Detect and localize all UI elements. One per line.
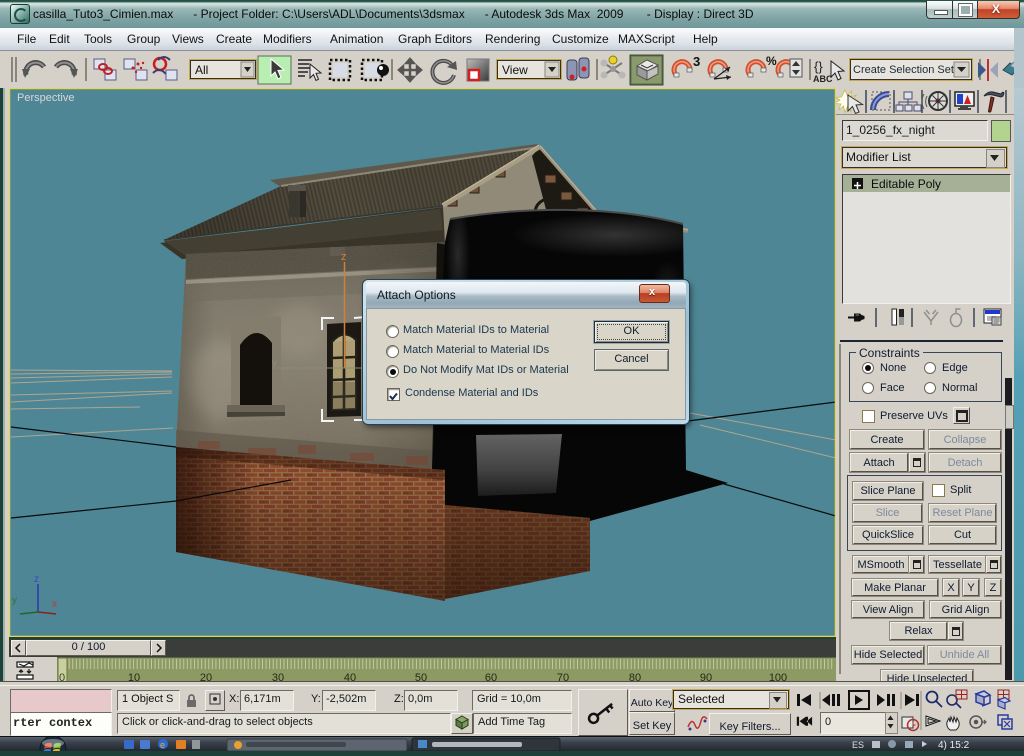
svg-text:View: View (502, 63, 528, 77)
svg-text:Perspective: Perspective (17, 92, 74, 104)
svg-text:ES: ES (852, 740, 864, 750)
svg-text:z: z (34, 574, 39, 585)
svg-text:y: y (12, 595, 17, 606)
svg-text:{}: {} (814, 59, 823, 74)
svg-text:y: y (272, 357, 278, 369)
svg-text:Create Selection Set: Create Selection Set (853, 64, 954, 76)
svg-text:3: 3 (693, 54, 700, 69)
svg-text:All: All (195, 63, 208, 77)
svg-text:%: % (766, 54, 777, 68)
svg-text:z: z (341, 251, 347, 263)
svg-text:ABC: ABC (813, 74, 833, 84)
svg-text:e: e (160, 740, 165, 750)
svg-text:4) 15:2: 4) 15:2 (938, 740, 970, 751)
svg-text:x: x (52, 599, 57, 610)
